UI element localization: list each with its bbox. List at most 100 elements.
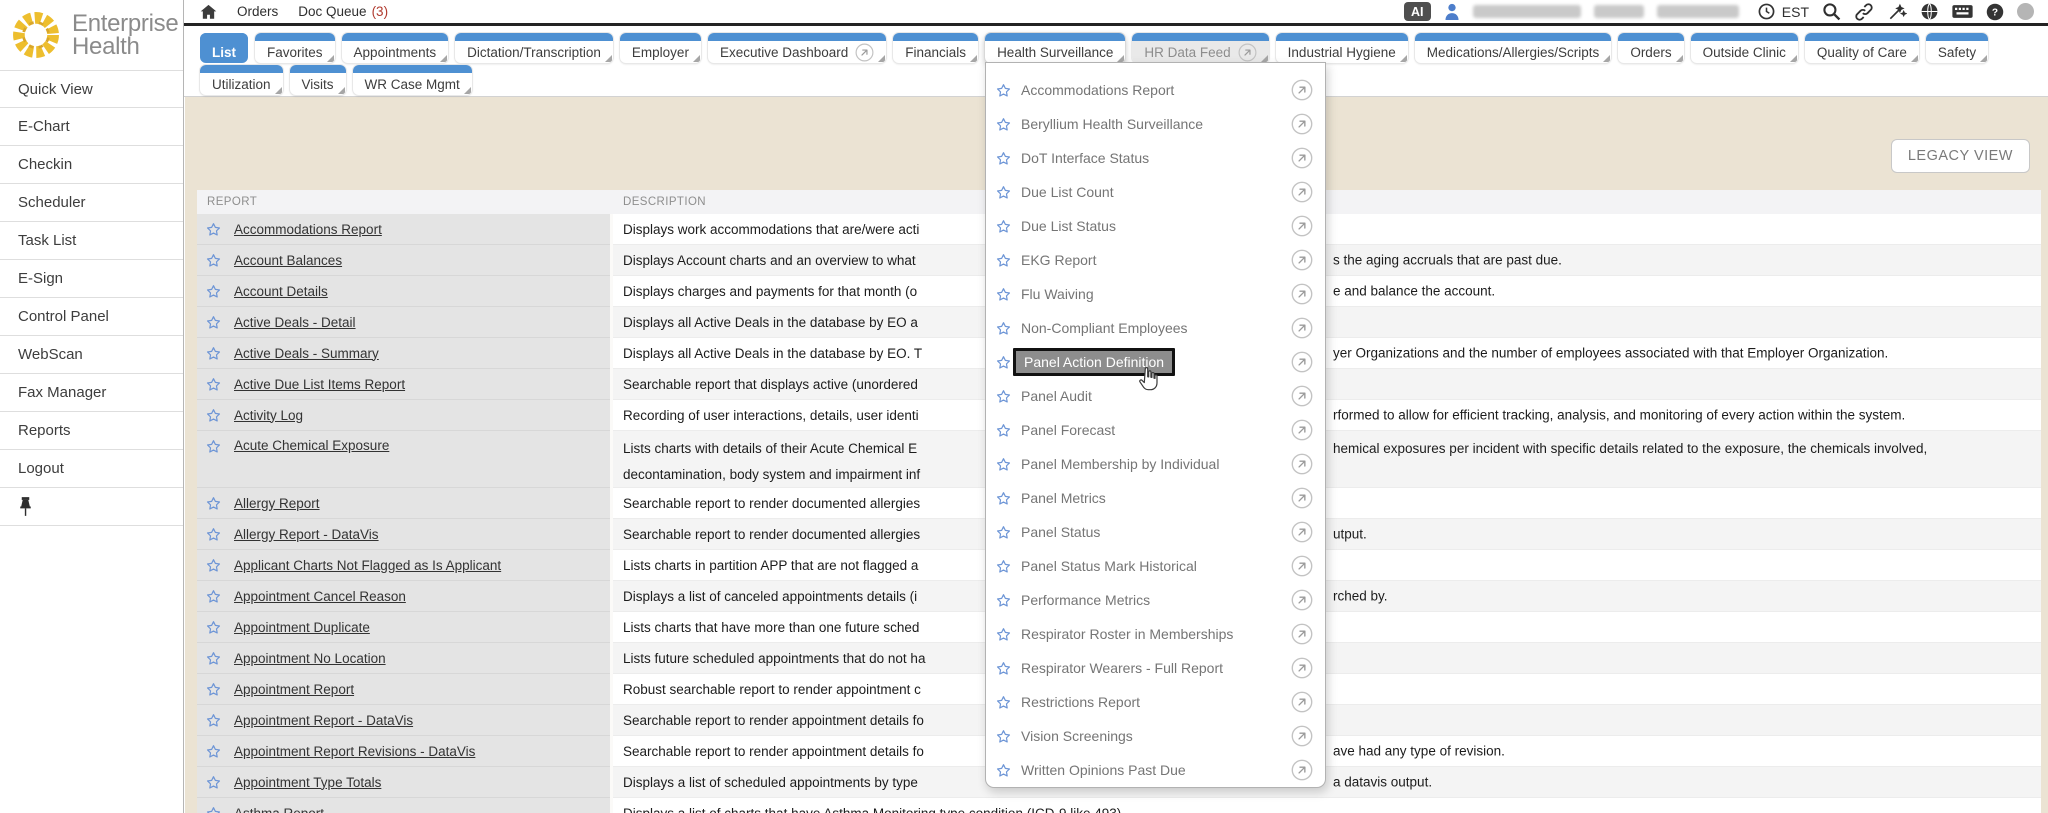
menu-item-due-list-status[interactable]: Due List Status: [986, 209, 1325, 243]
description-column-header[interactable]: DESCRIPTION: [613, 196, 2041, 208]
tab-safety[interactable]: Safety: [1926, 33, 1988, 63]
favorite-star-icon[interactable]: [205, 681, 222, 698]
favorite-star-icon[interactable]: [205, 221, 222, 238]
favorite-star-icon[interactable]: [995, 252, 1012, 269]
report-link[interactable]: Accommodations Report: [234, 222, 382, 237]
report-link[interactable]: Active Due List Items Report: [234, 377, 405, 392]
sidebar-item-control-panel[interactable]: Control Panel: [0, 298, 183, 336]
sidebar-item-scheduler[interactable]: Scheduler: [0, 184, 183, 222]
sidebar-item-fax-manager[interactable]: Fax Manager: [0, 374, 183, 412]
favorite-star-icon[interactable]: [995, 422, 1012, 439]
menu-item-panel-status[interactable]: Panel Status: [986, 515, 1325, 549]
tab-favorites[interactable]: Favorites: [255, 33, 335, 63]
favorite-star-icon[interactable]: [205, 650, 222, 667]
tab-dictation-transcription[interactable]: Dictation/Transcription: [455, 33, 613, 63]
tab-industrial-hygiene[interactable]: Industrial Hygiene: [1276, 33, 1408, 63]
report-link[interactable]: Appointment Report Revisions - DataVis: [234, 744, 475, 759]
favorite-star-icon[interactable]: [205, 526, 222, 543]
open-in-new-icon[interactable]: [1291, 113, 1313, 135]
favorite-star-icon[interactable]: [995, 524, 1012, 541]
favorite-star-icon[interactable]: [995, 388, 1012, 405]
report-link[interactable]: Asthma Report: [234, 806, 324, 813]
favorite-star-icon[interactable]: [205, 252, 222, 269]
favorite-star-icon[interactable]: [205, 619, 222, 636]
report-link[interactable]: Allergy Report - DataVis: [234, 527, 379, 542]
favorite-star-icon[interactable]: [205, 438, 222, 455]
report-link[interactable]: Appointment Type Totals: [234, 775, 381, 790]
ai-badge[interactable]: AI: [1404, 2, 1431, 21]
menu-item-vision-screenings[interactable]: Vision Screenings: [986, 719, 1325, 753]
clock-icon[interactable]: [1758, 3, 1775, 20]
sidebar-item-reports[interactable]: Reports: [0, 412, 183, 450]
magic-wand-icon[interactable]: [1887, 2, 1907, 22]
app-logo[interactable]: Enterprise Health: [0, 0, 184, 70]
report-link[interactable]: Account Balances: [234, 253, 342, 268]
report-link[interactable]: Account Details: [234, 284, 328, 299]
open-in-new-icon[interactable]: [1291, 487, 1313, 509]
favorite-star-icon[interactable]: [205, 712, 222, 729]
menu-item-dot-interface-status[interactable]: DoT Interface Status: [986, 141, 1325, 175]
report-link[interactable]: Applicant Charts Not Flagged as Is Appli…: [234, 558, 501, 573]
tab-quality-of-care[interactable]: Quality of Care: [1805, 33, 1919, 63]
open-in-new-icon[interactable]: [1291, 385, 1313, 407]
favorite-star-icon[interactable]: [205, 774, 222, 791]
favorite-star-icon[interactable]: [995, 150, 1012, 167]
favorite-star-icon[interactable]: [995, 558, 1012, 575]
favorite-star-icon[interactable]: [205, 283, 222, 300]
sidebar-item-quick-view[interactable]: Quick View: [0, 70, 183, 108]
menu-item-panel-audit[interactable]: Panel Audit: [986, 379, 1325, 413]
tab-financials[interactable]: Financials: [893, 33, 978, 63]
open-in-new-icon[interactable]: [1291, 283, 1313, 305]
tab-appointments[interactable]: Appointments: [342, 33, 449, 63]
report-link[interactable]: Allergy Report: [234, 496, 320, 511]
favorite-star-icon[interactable]: [205, 557, 222, 574]
open-in-new-icon[interactable]: [1291, 623, 1313, 645]
sidebar-pin-button[interactable]: [0, 488, 183, 526]
menu-item-respirator-wearers-full-report[interactable]: Respirator Wearers - Full Report: [986, 651, 1325, 685]
report-link[interactable]: Active Deals - Detail: [234, 315, 356, 330]
tab-executive-dashboard[interactable]: Executive Dashboard: [708, 33, 886, 63]
tab-hr-data-feed[interactable]: HR Data Feed: [1132, 33, 1268, 63]
report-column-header[interactable]: REPORT: [197, 196, 613, 208]
report-link[interactable]: Appointment No Location: [234, 651, 386, 666]
avatar-placeholder[interactable]: [2017, 3, 2034, 20]
tab-wr-case-mgmt[interactable]: WR Case Mgmt: [353, 65, 472, 95]
open-in-new-icon[interactable]: [1291, 147, 1313, 169]
favorite-star-icon[interactable]: [995, 184, 1012, 201]
report-link[interactable]: Appointment Duplicate: [234, 620, 370, 635]
open-in-new-icon[interactable]: [1291, 215, 1313, 237]
favorite-star-icon[interactable]: [995, 694, 1012, 711]
report-link[interactable]: Activity Log: [234, 408, 303, 423]
favorite-star-icon[interactable]: [205, 314, 222, 331]
open-in-new-icon[interactable]: [1291, 351, 1313, 373]
search-icon[interactable]: [1822, 2, 1841, 21]
tab-outside-clinic[interactable]: Outside Clinic: [1691, 33, 1798, 63]
sidebar-item-e-chart[interactable]: E-Chart: [0, 108, 183, 146]
favorite-star-icon[interactable]: [205, 743, 222, 760]
favorite-star-icon[interactable]: [995, 626, 1012, 643]
favorite-star-icon[interactable]: [205, 805, 222, 813]
favorite-star-icon[interactable]: [205, 345, 222, 362]
nav-doc-queue[interactable]: Doc Queue (3): [298, 4, 388, 19]
favorite-star-icon[interactable]: [995, 320, 1012, 337]
globe-icon[interactable]: [1920, 2, 1939, 21]
favorite-star-icon[interactable]: [995, 490, 1012, 507]
menu-item-panel-forecast[interactable]: Panel Forecast: [986, 413, 1325, 447]
favorite-star-icon[interactable]: [995, 286, 1012, 303]
menu-item-restrictions-report[interactable]: Restrictions Report: [986, 685, 1325, 719]
open-in-new-icon[interactable]: [1291, 453, 1313, 475]
sidebar-item-logout[interactable]: Logout: [0, 450, 183, 488]
open-in-new-icon[interactable]: [1291, 555, 1313, 577]
tab-visits[interactable]: Visits: [290, 65, 346, 95]
menu-item-written-opinions-past-due[interactable]: Written Opinions Past Due: [986, 753, 1325, 787]
favorite-star-icon[interactable]: [995, 116, 1012, 133]
tab-utilization[interactable]: Utilization: [200, 65, 283, 95]
open-in-new-icon[interactable]: [1291, 589, 1313, 611]
keyboard-icon[interactable]: [1952, 4, 1973, 19]
favorite-star-icon[interactable]: [995, 82, 1012, 99]
menu-item-panel-action-definition[interactable]: Panel Action Definition: [986, 345, 1325, 379]
menu-item-respirator-roster-in-memberships[interactable]: Respirator Roster in Memberships: [986, 617, 1325, 651]
menu-item-accommodations-report[interactable]: Accommodations Report: [986, 73, 1325, 107]
menu-item-panel-membership-by-individual[interactable]: Panel Membership by Individual: [986, 447, 1325, 481]
menu-item-performance-metrics[interactable]: Performance Metrics: [986, 583, 1325, 617]
